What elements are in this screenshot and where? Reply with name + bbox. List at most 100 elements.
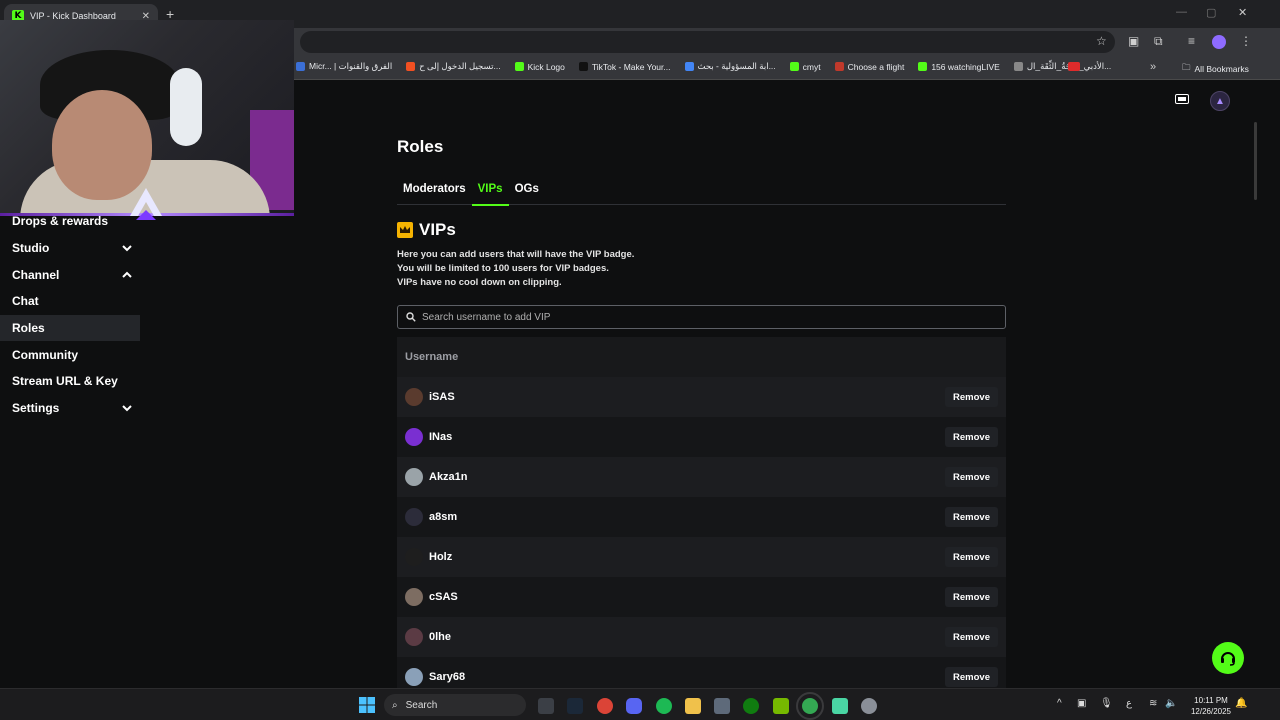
bookmark-label: ابة المسؤولية - بحث... — [697, 61, 776, 71]
media-control-icon[interactable]: ≡ — [1188, 34, 1195, 48]
steam-icon[interactable] — [567, 698, 583, 714]
chevron-up-icon[interactable] — [120, 268, 134, 282]
remove-button[interactable]: Remove — [945, 507, 998, 527]
profile-avatar-icon[interactable] — [1212, 35, 1226, 49]
crown-icon — [397, 222, 413, 238]
table-row: Holz Remove — [397, 537, 1006, 577]
search-input[interactable] — [422, 311, 1005, 323]
bookmark-item[interactable]: ابة المسؤولية - بحث... — [684, 61, 776, 72]
user-avatar[interactable]: ▲ — [1210, 91, 1230, 111]
camera-app-icon[interactable] — [538, 698, 554, 714]
media-icon[interactable]: ▣ — [1128, 34, 1139, 48]
taskbar-clock[interactable]: 10:11 PM 12/26/2025 — [1188, 695, 1234, 717]
sidebar-item-chat[interactable]: Chat — [0, 288, 140, 315]
username: iSAS — [429, 391, 455, 403]
tray-app-icon[interactable]: ▣ — [1077, 698, 1086, 709]
scrollbar-thumb[interactable] — [1254, 122, 1257, 200]
tab-moderators[interactable]: Moderators — [397, 179, 472, 205]
tray-overflow-icon[interactable]: ^ — [1057, 698, 1062, 709]
chrome-icon[interactable] — [597, 698, 613, 714]
remove-button[interactable]: Remove — [945, 667, 998, 687]
taskbar-search[interactable]: ⌕ Search — [384, 694, 526, 716]
sidebar-item-studio[interactable]: Studio — [0, 235, 140, 262]
windows-taskbar: ⌕ Search ^ ▣ 🎙 ع ≋ 🔈 10:11 PM 12/26/2025… — [0, 688, 1280, 720]
windows-start-icon[interactable] — [359, 697, 375, 713]
roles-tabs: Moderators VIPs OGs — [397, 179, 1006, 206]
avatar — [405, 668, 423, 686]
remove-button[interactable]: Remove — [945, 587, 998, 607]
youtube-bookmark-icon[interactable] — [1068, 62, 1080, 71]
sidebar-item-drops-rewards[interactable]: Drops & rewards — [0, 208, 140, 235]
sidebar-item-community[interactable]: Community — [0, 341, 140, 368]
remove-button[interactable]: Remove — [945, 627, 998, 647]
volume-icon[interactable]: 🔈 — [1165, 698, 1177, 709]
bookmark-label: cmyt — [802, 61, 821, 72]
bookmark-item[interactable]: TikTok - Make Your... — [578, 61, 671, 72]
minimize-icon[interactable]: — — [1176, 6, 1187, 18]
table-row: iSAS Remove — [397, 377, 1006, 417]
spotify-icon[interactable] — [656, 698, 672, 714]
browser-menu-icon[interactable]: ⋮ — [1240, 34, 1252, 48]
bookmark-favicon-icon — [834, 62, 844, 71]
description-line: VIPs have no cool down on clipping. — [397, 277, 562, 288]
remove-button[interactable]: Remove — [945, 387, 998, 407]
bookmark-item[interactable]: Kick Logo — [514, 61, 565, 72]
username: cSAS — [429, 591, 458, 603]
address-bar[interactable] — [300, 31, 1115, 53]
bookmark-favicon-icon — [296, 62, 305, 71]
remove-button[interactable]: Remove — [945, 427, 998, 447]
bookmark-label: Choose a flight — [847, 61, 905, 72]
sidebar-item-roles[interactable]: Roles — [0, 314, 140, 342]
sidebar-item-label: Drops & rewards — [12, 214, 109, 229]
vip-search-box[interactable] — [397, 305, 1006, 329]
chevron-down-icon[interactable] — [120, 401, 134, 415]
chevron-down-icon[interactable] — [120, 241, 134, 255]
avatar — [405, 468, 423, 486]
bookmark-item[interactable]: Choose a flight — [834, 61, 905, 72]
remove-button[interactable]: Remove — [945, 467, 998, 487]
store-icon[interactable] — [714, 698, 730, 714]
bookmark-favicon-icon — [1013, 62, 1023, 71]
microphone-icon[interactable]: 🎙 — [1100, 698, 1113, 709]
clock-date: 12/26/2025 — [1190, 707, 1232, 716]
window-close-icon[interactable]: ✕ — [1238, 6, 1247, 19]
nvidia-icon[interactable] — [773, 698, 789, 714]
taskbar-search-icon: ⌕ — [392, 699, 398, 711]
extensions-icon[interactable]: ⧉ — [1154, 34, 1163, 49]
notification-bell-icon[interactable]: 🔔 — [1235, 698, 1247, 709]
bookmark-item[interactable]: Micr... | الفرق والقنوات — [296, 61, 392, 72]
bookmark-star-icon[interactable]: ☆ — [1096, 34, 1107, 48]
sidebar-item-stream-url-key[interactable]: Stream URL & Key — [0, 368, 140, 395]
tv-icon[interactable] — [1175, 94, 1189, 106]
settings-gear-icon[interactable] — [861, 698, 877, 714]
maximize-icon[interactable]: ▢ — [1206, 6, 1216, 19]
section-header: VIPs — [397, 220, 456, 240]
all-bookmarks-button[interactable]: 🗀 All Bookmarks — [1182, 62, 1249, 76]
wifi-icon[interactable]: ≋ — [1149, 698, 1157, 709]
tab-vips[interactable]: VIPs — [471, 179, 509, 206]
xbox-icon[interactable] — [743, 698, 759, 714]
chrome-active-icon[interactable] — [796, 692, 824, 720]
app-icon[interactable] — [832, 698, 848, 714]
table-row: a8sm Remove — [397, 497, 1006, 537]
sidebar-item-settings[interactable]: Settings — [0, 395, 140, 422]
bookmarks-overflow-icon[interactable]: » — [1150, 61, 1156, 73]
bookmark-item[interactable]: 156 watchingLIVE — [918, 61, 1000, 72]
bookmark-item[interactable]: تسجيل الدخول إلى ح... — [406, 61, 501, 72]
help-chat-button[interactable] — [1212, 642, 1244, 674]
description-line: You will be limited to 100 users for VIP… — [397, 263, 609, 274]
bookmark-item[interactable]: الأدبي_دَرَجَةُ_الثِّقَة_ال... — [1013, 61, 1111, 72]
avatar — [405, 628, 423, 646]
bookmark-favicon-icon — [684, 62, 694, 71]
remove-button[interactable]: Remove — [945, 547, 998, 567]
column-header-username: Username — [405, 351, 459, 363]
bookmark-item[interactable]: cmyt — [789, 61, 821, 72]
bookmark-label: TikTok - Make Your... — [591, 61, 671, 72]
username: Sary68 — [429, 671, 466, 683]
discord-icon[interactable] — [626, 698, 642, 714]
sidebar-item-label: Settings — [12, 401, 60, 416]
language-indicator[interactable]: ع — [1126, 698, 1132, 709]
file-explorer-icon[interactable] — [685, 698, 701, 714]
sidebar-item-channel[interactable]: Channel — [0, 261, 140, 288]
tab-ogs[interactable]: OGs — [509, 179, 545, 205]
